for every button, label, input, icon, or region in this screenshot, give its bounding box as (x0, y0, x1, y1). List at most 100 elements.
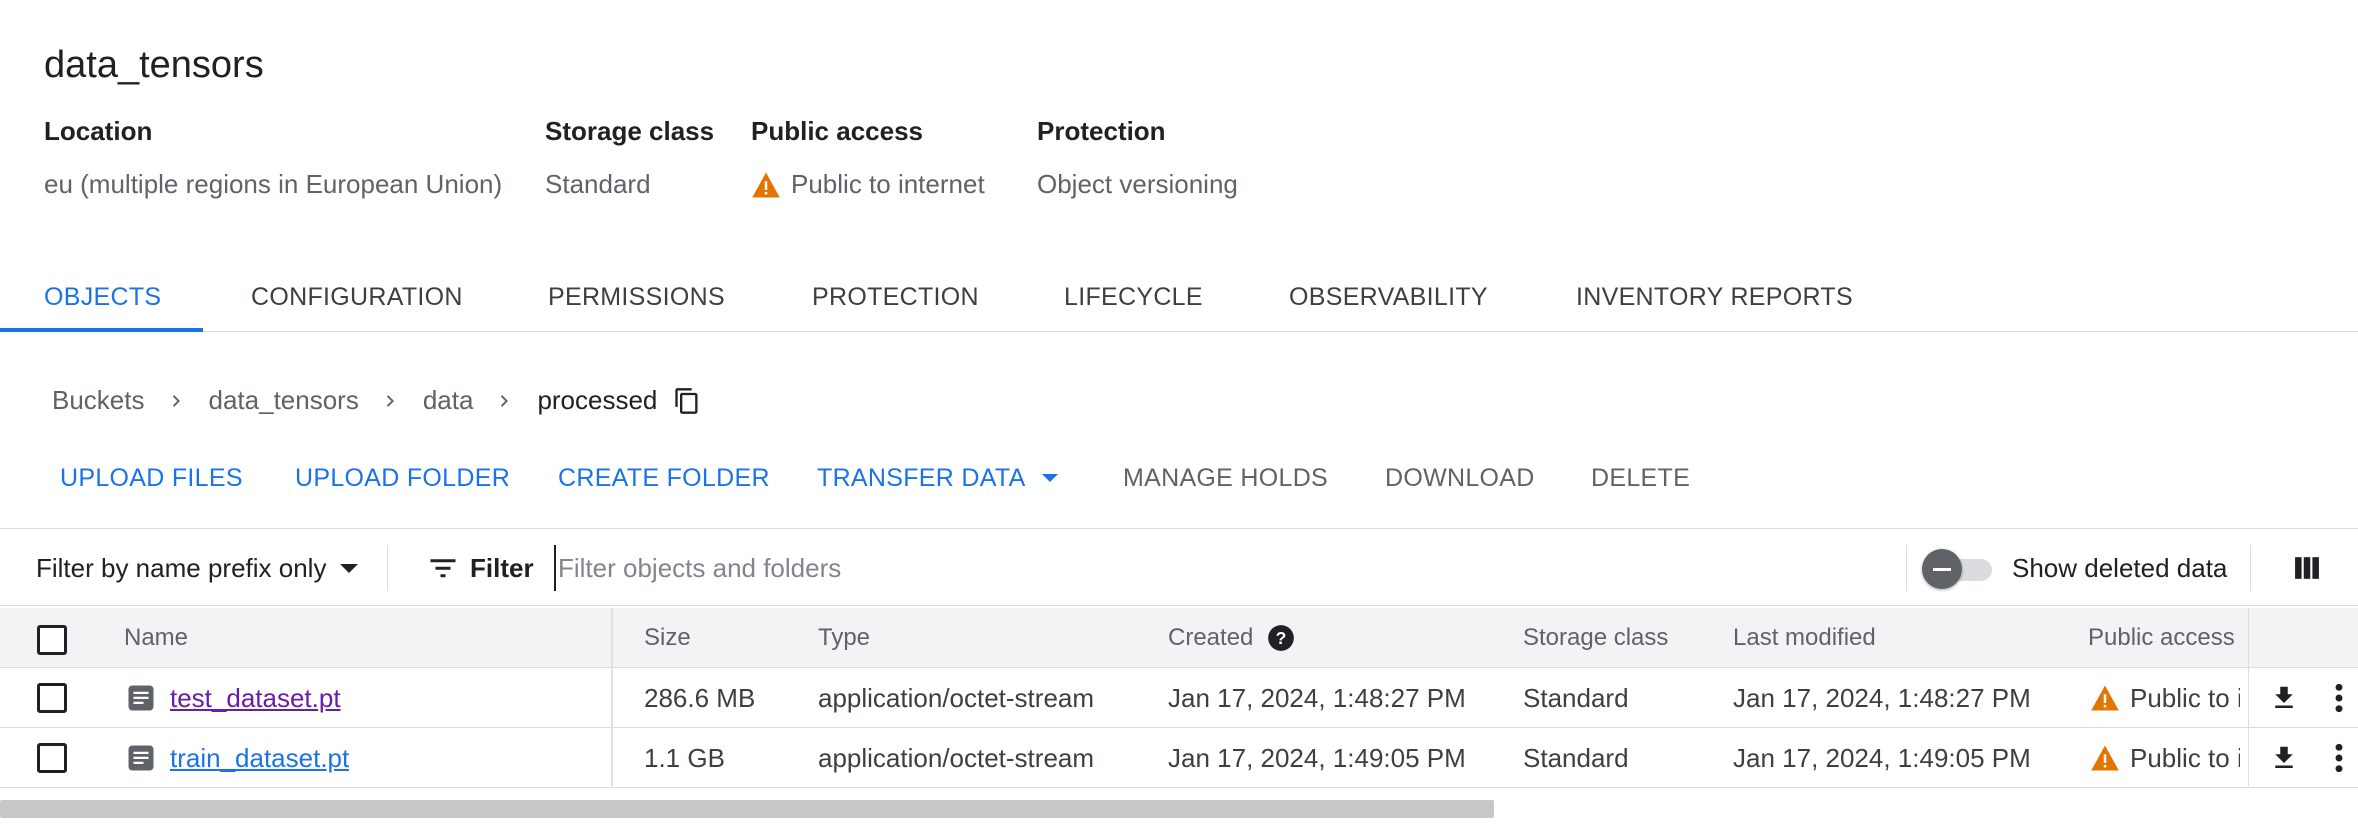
object-storage-class: Standard (1523, 742, 1629, 773)
filter-objects-input[interactable] (554, 545, 1884, 591)
upload-files-button[interactable]: UPLOAD FILES (60, 456, 243, 500)
show-deleted-toggle[interactable] (1922, 549, 1998, 589)
object-last-modified: Jan 17, 2024, 1:48:27 PM (1733, 682, 2031, 713)
filter-prefix-select[interactable]: Filter by name prefix only (36, 529, 359, 607)
chevron-right-icon (167, 391, 187, 411)
more-options-icon[interactable] (2329, 682, 2349, 714)
table-row: test_dataset.pt 286.6 MB application/oct… (0, 668, 2358, 728)
table-row: train_dataset.pt 1.1 GB application/octe… (0, 728, 2358, 788)
location-label: Location (44, 116, 153, 146)
tab-lifecycle[interactable]: LIFECYCLE (1064, 262, 1203, 332)
object-name-link[interactable]: test_dataset.pt (170, 683, 341, 714)
row-checkbox[interactable] (37, 743, 67, 773)
location-value: eu (multiple regions in European Union) (44, 169, 503, 199)
tab-protection[interactable]: PROTECTION (812, 262, 979, 332)
download-button[interactable]: DOWNLOAD (1385, 456, 1535, 500)
column-header-public-access[interactable]: Public access (2088, 608, 2235, 668)
storage-class-detail: Storage class Standard (545, 116, 714, 200)
file-icon (126, 683, 156, 713)
dropdown-arrow-icon (340, 563, 359, 573)
object-size: 286.6 MB (644, 682, 756, 713)
warning-icon (2090, 744, 2120, 772)
breadcrumb-folder-data[interactable]: data (423, 385, 474, 416)
column-header-type[interactable]: Type (818, 608, 870, 668)
help-icon[interactable]: ? (1267, 624, 1295, 652)
object-storage-class: Standard (1523, 682, 1629, 713)
chevron-right-icon (495, 391, 515, 411)
breadcrumb-buckets[interactable]: Buckets (52, 385, 145, 416)
column-display-icon[interactable] (2294, 555, 2320, 581)
breadcrumb-current: processed (537, 385, 658, 415)
create-folder-button[interactable]: CREATE FOLDER (558, 456, 770, 500)
copy-path-icon[interactable] (673, 386, 701, 416)
object-created: Jan 17, 2024, 1:48:27 PM (1168, 682, 1466, 713)
bucket-tabs: OBJECTS CONFIGURATION PERMISSIONS PROTEC… (0, 262, 2358, 332)
divider (387, 545, 388, 591)
svg-text:?: ? (1276, 628, 1287, 648)
breadcrumb-bucket[interactable]: data_tensors (209, 385, 359, 416)
object-public-access: Public to internet (2130, 682, 2240, 713)
object-created: Jan 17, 2024, 1:49:05 PM (1168, 742, 1466, 773)
warning-icon (2090, 684, 2120, 712)
filter-icon (430, 559, 456, 578)
row-actions (2249, 728, 2358, 788)
file-icon (126, 743, 156, 773)
bucket-title: data_tensors (44, 44, 264, 86)
show-deleted-label: Show deleted data (2012, 552, 2228, 583)
toggle-knob (1922, 549, 1962, 589)
storage-class-label: Storage class (545, 116, 715, 146)
filter-button[interactable]: Filter (428, 529, 534, 607)
tab-inventory-reports[interactable]: INVENTORY REPORTS (1576, 262, 1853, 332)
table-header: Name Size Type Created ? Storage class L… (0, 608, 2358, 668)
row-checkbox[interactable] (37, 683, 67, 713)
upload-folder-button[interactable]: UPLOAD FOLDER (295, 456, 510, 500)
object-size: 1.1 GB (644, 742, 725, 773)
object-type: application/octet-stream (818, 682, 1095, 713)
storage-class-value: Standard (545, 169, 651, 199)
breadcrumb: Buckets data_tensors data processed (52, 385, 701, 416)
warning-icon (751, 171, 781, 199)
tab-configuration[interactable]: CONFIGURATION (251, 262, 463, 332)
public-access-label: Public access (751, 116, 923, 146)
select-all-checkbox[interactable] (37, 625, 67, 655)
more-options-icon[interactable] (2329, 742, 2349, 774)
column-header-name[interactable]: Name (124, 608, 188, 668)
column-header-created[interactable]: Created ? (1168, 608, 1295, 668)
filter-bar: Filter by name prefix only Filter Show d… (0, 528, 2358, 606)
column-header-last-modified[interactable]: Last modified (1733, 608, 1876, 668)
filter-label: Filter (470, 552, 534, 583)
row-actions (2249, 668, 2358, 728)
dropdown-arrow-icon (1041, 474, 1058, 482)
object-name-link[interactable]: train_dataset.pt (170, 743, 349, 774)
column-resize-handle[interactable] (611, 608, 613, 786)
active-tab-indicator (0, 328, 203, 332)
download-icon[interactable] (2269, 743, 2299, 773)
object-type: application/octet-stream (818, 742, 1095, 773)
object-last-modified: Jan 17, 2024, 1:49:05 PM (1733, 742, 2031, 773)
row-actions-column (2248, 608, 2358, 788)
location-detail: Location eu (multiple regions in Europea… (44, 116, 502, 200)
protection-label: Protection (1037, 116, 1166, 146)
tab-observability[interactable]: OBSERVABILITY (1289, 262, 1488, 332)
divider (1906, 545, 1907, 591)
tab-objects[interactable]: OBJECTS (44, 262, 161, 332)
transfer-data-label: TRANSFER DATA (817, 463, 1026, 492)
manage-holds-button[interactable]: MANAGE HOLDS (1123, 456, 1328, 500)
object-public-access: Public to internet (2130, 742, 2240, 773)
object-actions-toolbar: UPLOAD FILES UPLOAD FOLDER CREATE FOLDER… (0, 456, 2358, 500)
protection-detail: Protection Object versioning (1037, 116, 1238, 200)
divider (2250, 545, 2251, 591)
column-header-storage-class[interactable]: Storage class (1523, 608, 1668, 668)
protection-value: Object versioning (1037, 169, 1238, 199)
delete-button[interactable]: DELETE (1591, 456, 1690, 500)
tab-permissions[interactable]: PERMISSIONS (548, 262, 725, 332)
download-icon[interactable] (2269, 683, 2299, 713)
filter-prefix-label: Filter by name prefix only (36, 552, 327, 583)
chevron-right-icon (381, 391, 401, 411)
transfer-data-button[interactable]: TRANSFER DATA (817, 456, 1058, 500)
horizontal-scrollbar[interactable] (0, 800, 1494, 818)
column-header-created-label: Created (1168, 624, 1254, 651)
column-header-size[interactable]: Size (644, 608, 691, 668)
public-access-detail: Public access Public to internet (751, 116, 985, 200)
public-access-value: Public to internet (791, 169, 985, 199)
